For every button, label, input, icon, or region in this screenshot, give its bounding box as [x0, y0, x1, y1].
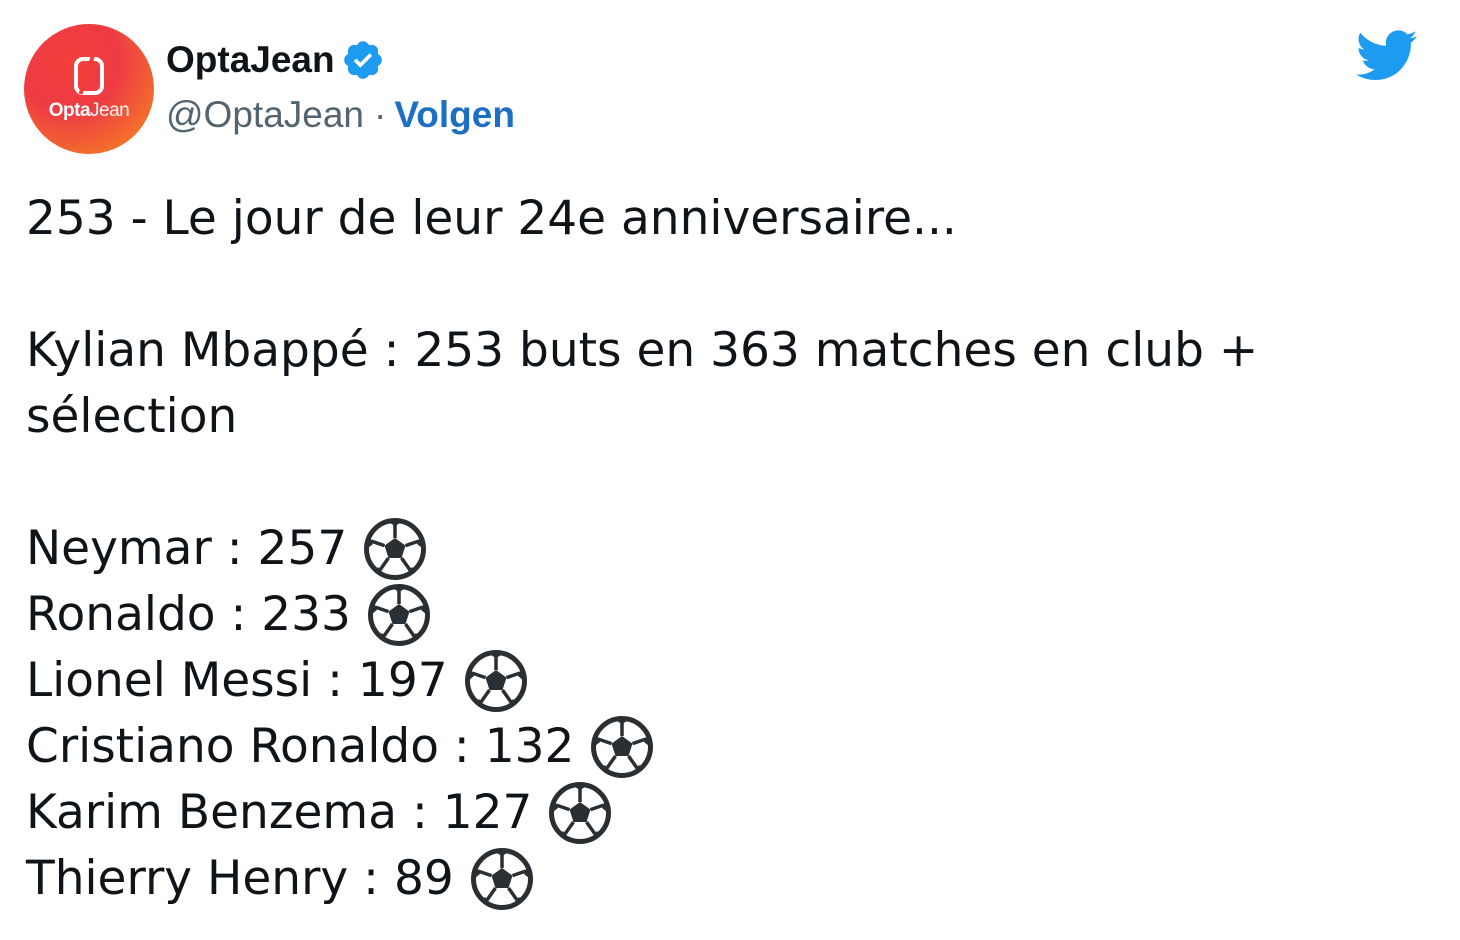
- author-handle[interactable]: @OptaJean: [166, 94, 364, 136]
- soccer-ball-icon: [363, 517, 427, 581]
- player-line: Ronaldo : 233: [26, 582, 1416, 648]
- mbappe-stat-continued: sélection: [26, 389, 238, 444]
- tweet-header: OptaJean OptaJean @OptaJean · Volgen: [24, 24, 1436, 154]
- separator-dot: ·: [374, 94, 387, 135]
- player-stat: Karim Benzema : 127: [26, 785, 533, 840]
- soccer-ball-icon: [367, 583, 431, 647]
- player-stat: Neymar : 257: [26, 521, 348, 576]
- avatar-wordmark: OptaJean: [48, 99, 130, 121]
- player-line: Thierry Henry : 89: [26, 846, 1416, 912]
- follow-button[interactable]: Volgen: [394, 94, 515, 136]
- player-line: Karim Benzema : 127: [26, 780, 1416, 846]
- player-stat: Thierry Henry : 89: [26, 851, 454, 906]
- author-display-name[interactable]: OptaJean: [166, 39, 335, 81]
- player-line: Lionel Messi : 197: [26, 648, 1416, 714]
- player-stat: Cristiano Ronaldo : 132: [26, 719, 575, 774]
- twitter-bird-icon[interactable]: [1356, 30, 1418, 82]
- soccer-ball-icon: [470, 847, 534, 911]
- soccer-ball-icon: [590, 715, 654, 779]
- verified-badge-icon: [343, 41, 382, 79]
- tweet-intro: 253 - Le jour de leur 24e anniversaire..…: [26, 191, 957, 246]
- mbappe-stat: Kylian Mbappé : 253 buts en 363 matches …: [26, 323, 1259, 378]
- player-stat: Lionel Messi : 197: [26, 653, 448, 708]
- soccer-ball-icon: [548, 781, 612, 845]
- tweet-text: 253 - Le jour de leur 24e anniversaire..…: [26, 186, 1416, 912]
- author-name-row: OptaJean: [166, 38, 385, 82]
- author-handle-row: @OptaJean · Volgen: [166, 94, 515, 136]
- player-line: Cristiano Ronaldo : 132: [26, 714, 1416, 780]
- avatar[interactable]: OptaJean: [24, 24, 154, 154]
- soccer-ball-icon: [464, 649, 528, 713]
- opta-logo-icon: [74, 56, 104, 95]
- player-stat: Ronaldo : 233: [26, 587, 351, 642]
- player-line: Neymar : 257: [26, 516, 1416, 582]
